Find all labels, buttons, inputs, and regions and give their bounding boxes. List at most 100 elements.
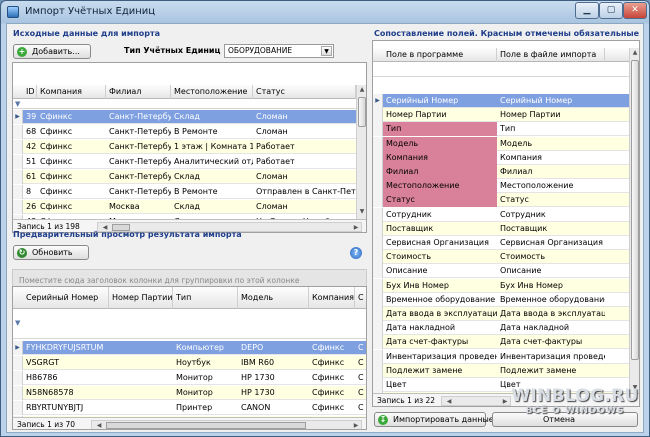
program-field-cell: Дата накладной	[386, 323, 456, 333]
mapping-row[interactable]: Временное оборудование Временное оборудов…	[373, 292, 629, 307]
column-header[interactable]: Местоположение	[171, 85, 253, 99]
column-header[interactable]: Номер Партии	[109, 287, 173, 309]
mapping-row[interactable]: Сотрудник Сотрудник	[373, 207, 629, 222]
filter-row[interactable]: ▼	[13, 309, 366, 339]
mapping-row[interactable]: Компания Компания	[373, 150, 629, 165]
mapping-horizontal-scrollbar[interactable]: ◀ ▶	[441, 396, 511, 406]
file-field-cell[interactable]: Бух Инв Номер	[497, 279, 605, 293]
file-field-cell[interactable]: Дата ввода в эксплуатацию	[497, 307, 605, 321]
column-header[interactable]: Компания	[309, 287, 355, 309]
file-field-cell[interactable]: Инвентаризация проведена	[497, 350, 605, 364]
mapping-row[interactable]: Номер Партии Номер Партии	[373, 108, 629, 123]
table-row[interactable]: 26 Сфинкс Москва Склад Сломан	[13, 200, 356, 214]
column-header[interactable]: Серийный Номер	[23, 287, 109, 309]
scroll-up-icon[interactable]: ▲	[630, 48, 639, 58]
refresh-button[interactable]: ↻ Обновить	[13, 245, 89, 260]
mapping-row[interactable]: Дата накладной Дата накладной	[373, 321, 629, 336]
filter-row[interactable]	[373, 62, 629, 77]
scroll-left-icon[interactable]: ◀	[444, 397, 454, 406]
filter-icon[interactable]: ▼	[15, 100, 20, 108]
file-field-cell[interactable]: Статус	[497, 193, 605, 207]
mapping-row[interactable]: Филиал Филиал	[373, 165, 629, 179]
table-row[interactable]: 42Сфинкс Санкт-Петербург1 этаж | Комната …	[13, 140, 356, 154]
scroll-thumb[interactable]	[106, 422, 306, 429]
column-header[interactable]: Компания	[37, 85, 106, 99]
minimize-button[interactable]: ▁	[575, 2, 599, 19]
table-row[interactable]: RBYRTUNYBJTJ Принтер CANON Сфинкс С	[13, 401, 366, 415]
mapping-row[interactable]: Статус Статус	[373, 193, 629, 208]
column-header[interactable]: Поле в программе	[383, 48, 497, 62]
scroll-up-icon[interactable]: ▲	[357, 85, 366, 95]
mapping-row[interactable]: ▶ Серийный Номер Серийный Номер	[373, 94, 629, 108]
column-header[interactable]: Модель	[238, 287, 309, 309]
mapping-row[interactable]: Описание Описание	[373, 264, 629, 279]
maximize-button[interactable]: ▢	[599, 2, 623, 19]
table-row[interactable]: ▶39Сфинкс Санкт-ПетербургСклад Сломан	[13, 110, 356, 124]
column-header[interactable]: ID	[23, 85, 37, 99]
scroll-thumb[interactable]	[358, 97, 366, 127]
help-icon[interactable]: ?	[350, 247, 362, 259]
table-row[interactable]: ▶ FYHKDRYFUJSRTUM Компьютер DEPO Сфинкс С	[13, 341, 366, 355]
table-row[interactable]: 68Сфинкс Санкт-ПетербургВ Ремонте Сломан	[13, 125, 356, 139]
table-row[interactable]: VSGRGT Ноутбук IBM R60 Сфинкс С	[13, 356, 366, 370]
add-button[interactable]: + Добавить...	[13, 44, 91, 59]
filter-icon[interactable]: ▼	[15, 319, 20, 327]
mapping-row[interactable]: Местоположение Местоположение	[373, 179, 629, 194]
file-field-cell[interactable]: Стоимость	[497, 250, 605, 264]
mapping-row[interactable]: Поставщик Поставщик	[373, 221, 629, 236]
mapping-vertical-scrollbar[interactable]: ▲ ▼	[629, 48, 639, 394]
preview-grid: Серийный Номер Номер Партии Тип Модель Компа…	[12, 286, 367, 430]
column-header[interactable]: С	[355, 287, 366, 309]
mapping-row[interactable]: Бух Инв Номер Бух Инв Номер	[373, 278, 629, 293]
source-vertical-scrollbar[interactable]: ▲ ▼	[356, 85, 366, 219]
scroll-left-icon[interactable]: ◀	[94, 421, 104, 429]
file-field-cell[interactable]: Компания	[497, 151, 605, 165]
mapping-row[interactable]: Дата счет-фактуры Дата счет-фактуры	[373, 335, 629, 350]
file-field-cell[interactable]: Серийный Номер	[497, 94, 605, 108]
table-row[interactable]: N58N68578 Монитор HP 1730 Сфинкс С	[13, 386, 366, 400]
file-field-cell[interactable]: Временное оборудование	[497, 293, 605, 307]
scroll-right-icon[interactable]: ▶	[351, 223, 361, 232]
close-button[interactable]: ✕	[623, 2, 647, 19]
file-field-cell[interactable]: Сотрудник	[497, 208, 605, 222]
table-cell: 61	[26, 172, 37, 181]
file-field-cell[interactable]: Описание	[497, 264, 605, 278]
column-header[interactable]: Статус	[253, 85, 356, 99]
column-header[interactable]: Филиал	[106, 85, 171, 99]
unit-type-select[interactable]: ОБОРУДОВАНИЕ ▼	[224, 44, 334, 58]
row-indicator	[373, 193, 383, 208]
scroll-right-icon[interactable]: ▶	[351, 421, 361, 429]
import-data-button[interactable]: ↧ Импортировать данные	[374, 412, 494, 427]
file-field-cell[interactable]: Номер Партии	[497, 108, 605, 122]
file-field-cell[interactable]: Местоположение	[497, 179, 605, 193]
mapping-row[interactable]: Инвентаризация проведена Инвентаризация п…	[373, 349, 629, 364]
file-field-cell[interactable]: Тип	[497, 122, 605, 136]
mapping-row[interactable]: Подлежит замене Подлежит замене	[373, 363, 629, 378]
mapping-row[interactable]: Модель Модель	[373, 136, 629, 151]
table-row[interactable]: H86786 Монитор HP 1730 Сфинкс С	[13, 371, 366, 385]
mapping-row[interactable]: Стоимость Стоимость	[373, 250, 629, 265]
column-header[interactable]: Поле в файле импорта	[497, 48, 605, 62]
column-header[interactable]: Тип	[173, 287, 238, 309]
title-bar[interactable]: Импорт Учётных Единиц ▁ ▢ ✕	[1, 1, 649, 23]
file-field-cell[interactable]: Филиал	[497, 165, 605, 179]
scroll-down-icon[interactable]: ▼	[357, 207, 366, 217]
row-indicator	[373, 108, 383, 123]
file-field-cell[interactable]: Сервисная Организация	[497, 236, 605, 250]
table-row[interactable]: 61Сфинкс Санкт-ПетербургСклад Сломан	[13, 170, 356, 184]
preview-horizontal-scrollbar[interactable]: ◀ ▶	[91, 420, 362, 429]
file-field-cell[interactable]: Дата счет-фактуры	[497, 335, 605, 349]
chevron-down-icon[interactable]: ▼	[321, 46, 332, 56]
file-field-cell[interactable]: Поставщик	[497, 222, 605, 236]
scroll-thumb[interactable]	[631, 60, 639, 360]
file-field-cell[interactable]: Дата накладной	[497, 321, 605, 335]
table-cell: CANON	[241, 403, 271, 412]
file-field-cell[interactable]: Модель	[497, 137, 605, 151]
mapping-row[interactable]: Сервисная Организация Сервисная Организац…	[373, 236, 629, 250]
file-field-cell[interactable]: Подлежит замене	[497, 364, 605, 378]
filter-row[interactable]: ▼	[13, 99, 356, 109]
table-row[interactable]: 51Сфинкс Санкт-ПетербургАналитический отд…	[13, 155, 356, 169]
mapping-row[interactable]: Дата ввода в эксплуатацию Дата ввода в эк…	[373, 307, 629, 321]
table-row[interactable]: 8 Сфинкс Санкт-ПетербургВ Ремонте Отправлен…	[13, 185, 356, 199]
mapping-row[interactable]: Тип Тип	[373, 122, 629, 137]
